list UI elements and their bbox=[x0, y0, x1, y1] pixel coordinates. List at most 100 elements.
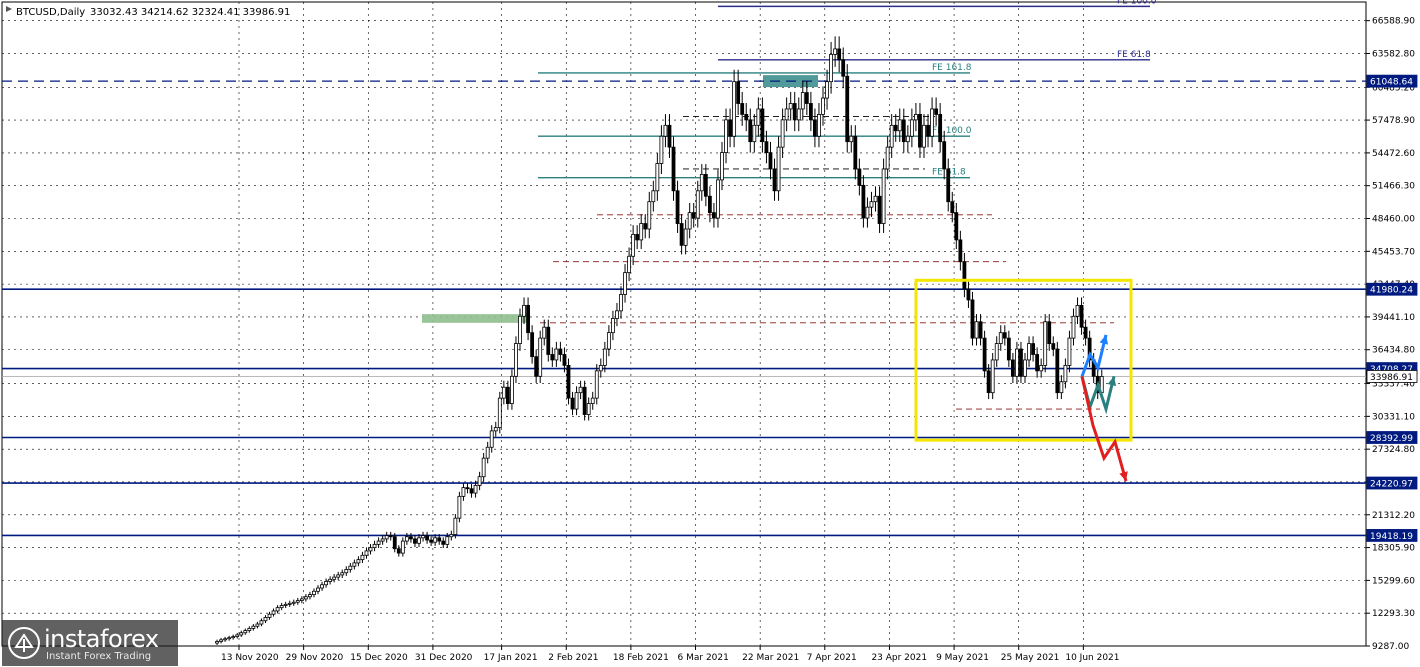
candle-body bbox=[744, 114, 749, 121]
candle-body bbox=[1010, 359, 1015, 377]
candle-body bbox=[453, 517, 458, 535]
candle-body bbox=[400, 540, 405, 554]
candle-body bbox=[667, 124, 672, 148]
candle-body bbox=[958, 239, 963, 263]
candle-body bbox=[869, 201, 874, 208]
logo-tagline: Instant Forex Trading bbox=[46, 651, 152, 662]
candle-body bbox=[590, 397, 595, 404]
candle-body bbox=[635, 234, 640, 241]
candle-body bbox=[905, 135, 910, 143]
candle-body bbox=[1055, 348, 1060, 394]
candle-body bbox=[429, 539, 434, 543]
candle-body bbox=[344, 569, 349, 574]
candle-body bbox=[1063, 364, 1068, 383]
candle-body bbox=[473, 485, 478, 494]
candle-body bbox=[930, 108, 934, 137]
candle-body bbox=[303, 596, 308, 600]
candle-body bbox=[893, 124, 898, 132]
candle-body bbox=[558, 348, 563, 355]
candle-body bbox=[877, 195, 882, 224]
candle-body bbox=[235, 634, 240, 637]
price-chart[interactable]: FE 161.8FE 100.0FE 61.8FE 100.0FE 61.8 6… bbox=[0, 0, 1420, 667]
candle-body bbox=[780, 119, 785, 148]
candle-body bbox=[821, 97, 825, 115]
candle-body bbox=[703, 174, 708, 197]
candle-body bbox=[239, 632, 244, 636]
candle-body bbox=[550, 354, 555, 361]
candle-body bbox=[308, 594, 312, 598]
candle-body bbox=[740, 103, 745, 115]
candle-body bbox=[643, 223, 648, 230]
y-tick-label: 63582.80 bbox=[1372, 49, 1415, 59]
x-tick-label: 29 Nov 2020 bbox=[286, 653, 344, 663]
candle-body bbox=[263, 617, 268, 622]
candle-body bbox=[639, 223, 644, 241]
x-tick-label: 25 May 2021 bbox=[1001, 653, 1060, 663]
candle-body bbox=[865, 206, 870, 219]
candle-body bbox=[736, 81, 741, 104]
fibo-label: FE 161.8 bbox=[932, 63, 972, 73]
candle-body bbox=[962, 261, 967, 290]
candle-body bbox=[926, 124, 930, 137]
candle-body bbox=[720, 152, 724, 181]
candle-body bbox=[946, 168, 951, 203]
candle-body bbox=[841, 59, 846, 77]
candle-body bbox=[655, 163, 660, 192]
candle-body bbox=[1075, 304, 1080, 317]
candle-body bbox=[255, 623, 260, 627]
candle-body bbox=[909, 119, 914, 137]
candle-body bbox=[413, 538, 417, 544]
candle-body bbox=[695, 190, 700, 219]
candle-body bbox=[291, 601, 296, 604]
candle-body bbox=[243, 630, 248, 634]
candle-body bbox=[707, 195, 712, 214]
candle-body bbox=[574, 392, 579, 410]
x-tick-label: 7 Apr 2021 bbox=[807, 653, 857, 663]
candle-body bbox=[598, 364, 603, 372]
candle-body bbox=[392, 536, 397, 550]
candle-body bbox=[752, 124, 757, 143]
candle-body bbox=[530, 332, 535, 358]
candle-body bbox=[732, 81, 737, 137]
candle-body bbox=[586, 403, 591, 415]
candle-body bbox=[493, 427, 498, 432]
candle-body bbox=[760, 108, 765, 143]
candle-body bbox=[611, 318, 615, 334]
candle-body bbox=[388, 535, 393, 538]
candle-body bbox=[477, 476, 482, 486]
candle-body bbox=[356, 559, 361, 564]
fibo-label: FE 100.0 bbox=[932, 126, 972, 136]
candle-body bbox=[986, 370, 991, 394]
candle-body bbox=[1031, 343, 1035, 355]
candle-body bbox=[501, 386, 506, 399]
candle-body bbox=[275, 607, 280, 612]
candle-body bbox=[1019, 348, 1023, 377]
y-tick-label: 39441.10 bbox=[1372, 313, 1415, 323]
candle-body bbox=[340, 572, 345, 576]
candle-body bbox=[817, 114, 821, 137]
candle-body bbox=[631, 234, 636, 257]
candle-body bbox=[998, 332, 1003, 344]
y-tick-label: 9287.00 bbox=[1372, 642, 1409, 652]
candle-body bbox=[716, 179, 720, 219]
candle-body bbox=[889, 124, 894, 148]
candle-body bbox=[954, 212, 959, 241]
y-tick-label: 27324.80 bbox=[1372, 445, 1415, 455]
candle-body bbox=[417, 537, 421, 544]
candle-body bbox=[332, 576, 337, 580]
price-label: 24220.97 bbox=[1370, 480, 1413, 490]
y-tick-label: 21312.20 bbox=[1372, 511, 1415, 521]
candle-body bbox=[1043, 321, 1048, 366]
y-tick-label: 15299.60 bbox=[1372, 576, 1415, 586]
candle-body bbox=[687, 212, 692, 230]
chart-background bbox=[0, 0, 1420, 667]
candle-body bbox=[849, 135, 854, 143]
y-tick-label: 54472.60 bbox=[1372, 149, 1415, 159]
candle-body bbox=[433, 537, 438, 543]
candle-body bbox=[570, 397, 575, 410]
candle-body bbox=[619, 294, 623, 312]
candle-body bbox=[279, 605, 284, 609]
candle-body bbox=[485, 446, 490, 459]
candle-body bbox=[546, 326, 551, 355]
candle-body bbox=[287, 602, 292, 605]
